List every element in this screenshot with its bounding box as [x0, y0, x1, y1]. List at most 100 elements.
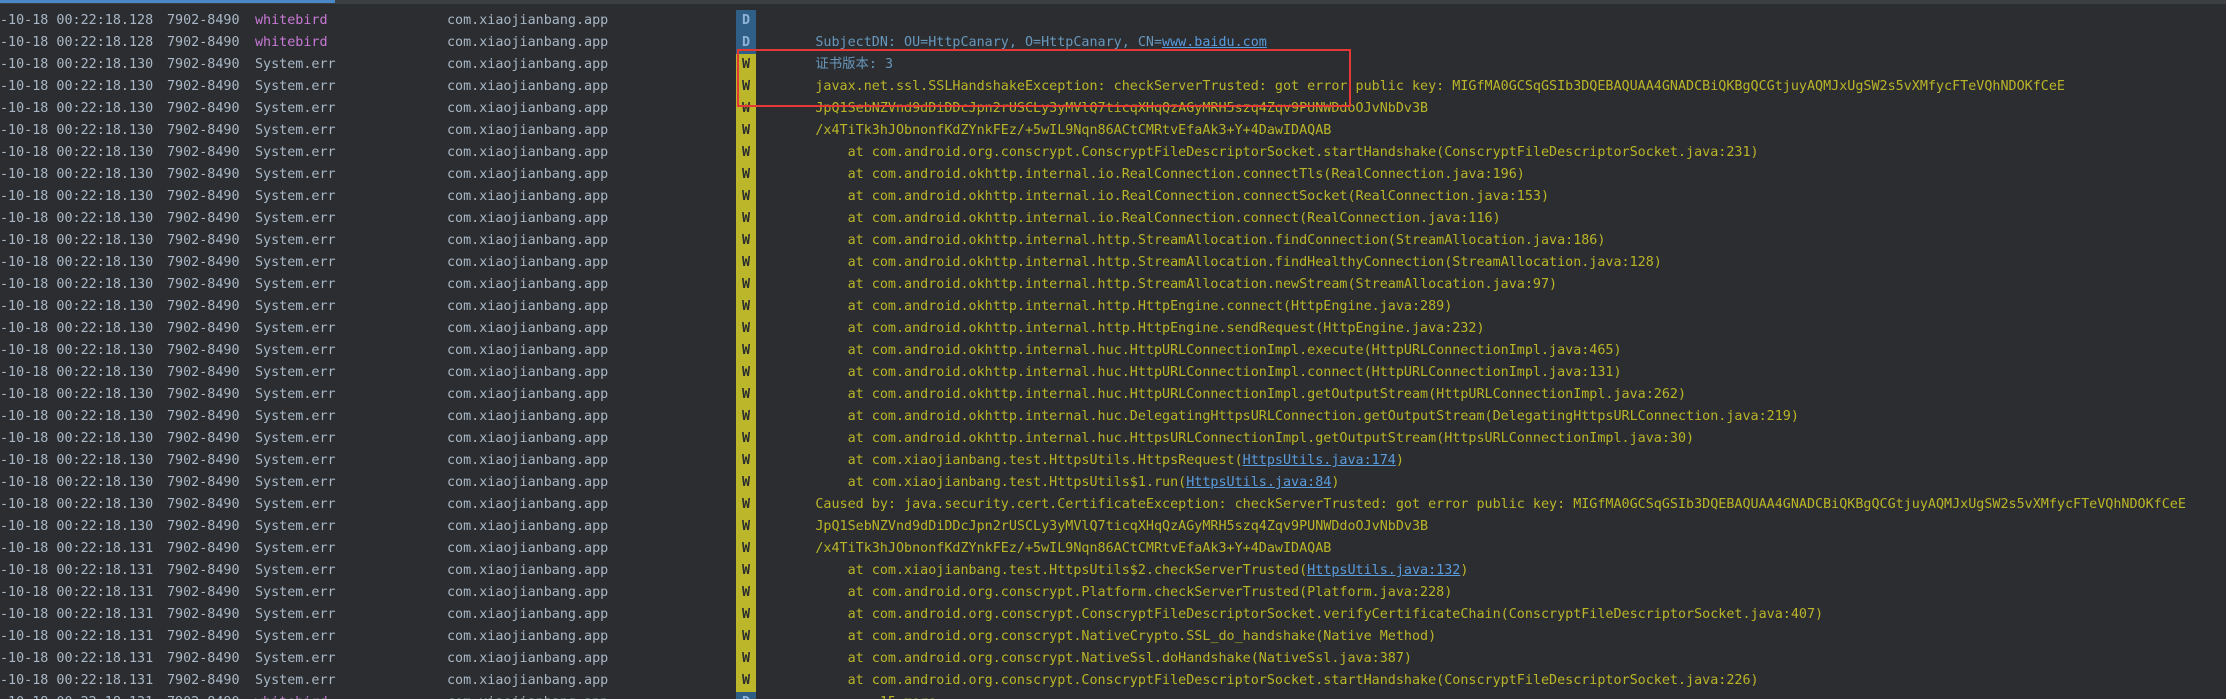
log-row[interactable]: -10-18 00:22:18.130 7902-8490 System.err…	[0, 428, 2226, 468]
log-package: com.xiaojianbang.app	[447, 299, 609, 314]
log-row[interactable]: -10-18 00:22:18.130 7902-8490 System.err…	[0, 494, 2226, 534]
log-row[interactable]: -10-18 00:22:18.130 7902-8490 System.err…	[0, 164, 2226, 204]
log-row[interactable]: -10-18 00:22:18.131 7902-8490 System.err…	[0, 648, 2226, 688]
log-message: at com.android.org.conscrypt.Platform.ch…	[767, 560, 1453, 600]
log-pid: 7902-8490	[167, 35, 240, 50]
log-row[interactable]: -10-18 00:22:18.130 7902-8490 System.err…	[0, 362, 2226, 402]
log-row[interactable]: -10-18 00:22:18.131 7902-8490 System.err…	[0, 604, 2226, 644]
log-pid: 7902-8490	[167, 497, 240, 512]
log-row[interactable]: -10-18 00:22:18.130 7902-8490 System.err…	[0, 274, 2226, 314]
log-message: at com.android.okhttp.internal.http.Http…	[767, 274, 1453, 314]
log-package: com.xiaojianbang.app	[447, 387, 609, 402]
log-package: com.xiaojianbang.app	[447, 431, 609, 446]
log-tag: System.err	[255, 453, 336, 468]
log-row[interactable]: -10-18 00:22:18.130 7902-8490 System.err…	[0, 450, 2226, 490]
log-package: com.xiaojianbang.app	[447, 629, 609, 644]
log-row[interactable]: -10-18 00:22:18.130 7902-8490 System.err…	[0, 406, 2226, 446]
log-row[interactable]: -10-18 00:22:18.130 7902-8490 System.err…	[0, 186, 2226, 226]
log-timestamp: -10-18 00:22:18.130	[0, 497, 154, 512]
log-level-badge: W	[736, 604, 756, 626]
log-package: com.xiaojianbang.app	[447, 585, 609, 600]
log-package: com.xiaojianbang.app	[447, 475, 609, 490]
log-package: com.xiaojianbang.app	[447, 57, 609, 72]
log-row[interactable]: -10-18 00:22:18.130 7902-8490 System.err…	[0, 230, 2226, 270]
log-tag: System.err	[255, 497, 336, 512]
log-pid: 7902-8490	[167, 365, 240, 380]
log-package: com.xiaojianbang.app	[447, 277, 609, 292]
log-timestamp: -10-18 00:22:18.131	[0, 692, 153, 699]
log-message: at com.android.okhttp.internal.io.RealCo…	[767, 164, 1549, 204]
log-row[interactable]: -10-18 00:22:18.130 7902-8490 System.err…	[0, 384, 2226, 424]
log-level-badge: W	[736, 406, 756, 428]
log-pid: 7902-8490	[167, 629, 240, 644]
log-row[interactable]: -10-18 00:22:18.130 7902-8490 System.err…	[0, 318, 2226, 358]
log-row[interactable]: -10-18 00:22:18.130 7902-8490 System.err…	[0, 142, 2226, 182]
log-row[interactable]: -10-18 00:22:18.131 7902-8490 System.err…	[0, 560, 2226, 600]
log-message: at com.android.org.conscrypt.NativeSsl.d…	[767, 626, 1412, 666]
log-level-badge: W	[736, 296, 756, 318]
log-timestamp: -10-18 00:22:18.130	[0, 277, 154, 292]
log-message: at com.xiaojianbang.test.HttpsUtils.Http…	[767, 428, 1404, 468]
log-tag: System.err	[255, 79, 336, 94]
log-timestamp: -10-18 00:22:18.130	[0, 475, 154, 490]
log-package: com.xiaojianbang.app	[447, 167, 609, 182]
log-row[interactable]: -10-18 00:22:18.130 7902-8490 System.err…	[0, 472, 2226, 512]
log-level-badge: W	[736, 318, 756, 340]
log-tag: System.err	[255, 189, 336, 204]
log-tag: System.err	[255, 519, 336, 534]
log-tag: System.err	[255, 673, 336, 688]
log-level-badge: W	[736, 626, 756, 648]
panel-top-bar	[0, 0, 2226, 4]
log-row[interactable]: -10-18 00:22:18.131 7902-8490 System.err…	[0, 582, 2226, 622]
log-level-badge: W	[736, 142, 756, 164]
log-timestamp: -10-18 00:22:18.131	[0, 541, 154, 556]
log-message: at com.xiaojianbang.test.HttpsUtils$1.ru…	[767, 450, 1340, 490]
log-row[interactable]: -10-18 00:22:18.130 7902-8490 System.err…	[0, 296, 2226, 336]
log-timestamp: -10-18 00:22:18.130	[0, 431, 154, 446]
log-level-badge: W	[736, 516, 756, 538]
log-list[interactable]: -10-18 00:22:18.128 7902-8490 whitebird …	[0, 10, 2226, 699]
log-message: JpQ1SebNZVnd9dDiDDcJpn2rUSCLy3yMVlQ7ticq…	[767, 494, 1428, 534]
log-package: com.xiaojianbang.app	[447, 13, 609, 28]
log-row[interactable]: -10-18 00:22:18.131 7902-8490 System.err…	[0, 538, 2226, 578]
log-row[interactable]: -10-18 00:22:18.128 7902-8490 whitebird …	[0, 10, 2226, 50]
log-timestamp: -10-18 00:22:18.131	[0, 673, 154, 688]
log-timestamp: -10-18 00:22:18.131	[0, 607, 154, 622]
log-timestamp: -10-18 00:22:18.130	[0, 211, 154, 226]
log-message: at com.xiaojianbang.test.HttpsUtils$2.ch…	[767, 538, 1469, 578]
log-package: com.xiaojianbang.app	[447, 321, 609, 336]
log-pid: 7902-8490	[167, 277, 240, 292]
log-timestamp: -10-18 00:22:18.130	[0, 233, 154, 248]
log-timestamp: -10-18 00:22:18.131	[0, 629, 154, 644]
log-tag: System.err	[255, 629, 336, 644]
log-row[interactable]: -10-18 00:22:18.130 7902-8490 System.err…	[0, 516, 2226, 556]
log-tag: System.err	[255, 299, 336, 314]
log-pid: 7902-8490	[167, 431, 240, 446]
log-message: at com.android.okhttp.internal.http.Stre…	[767, 208, 1606, 248]
log-message: at com.android.org.conscrypt.ConscryptFi…	[767, 582, 1824, 622]
log-timestamp: -10-18 00:22:18.130	[0, 343, 154, 358]
log-row[interactable]: -10-18 00:22:18.130 7902-8490 System.err…	[0, 340, 2226, 380]
log-timestamp: -10-18 00:22:18.131	[0, 563, 154, 578]
log-pid: 7902-8490	[167, 519, 240, 534]
log-tag: System.err	[255, 123, 336, 138]
log-message: at com.android.okhttp.internal.huc.HttpU…	[767, 318, 1622, 358]
log-row[interactable]: -10-18 00:22:18.131 7902-8490 System.err…	[0, 626, 2226, 666]
log-row[interactable]: -10-18 00:22:18.130 7902-8490 System.err…	[0, 120, 2226, 160]
active-tab-indicator	[0, 0, 335, 3]
log-tag: System.err	[255, 57, 336, 72]
log-pid: 7902-8490	[167, 233, 240, 248]
log-level-badge: W	[736, 120, 756, 142]
log-timestamp: -10-18 00:22:18.130	[0, 453, 154, 468]
log-row[interactable]: -10-18 00:22:18.131 7902-8490 System.err…	[0, 670, 2226, 699]
log-pid: 7902-8490	[167, 167, 240, 182]
log-row[interactable]: -10-18 00:22:18.131 7902-8490 whitebird …	[0, 692, 2226, 699]
log-row[interactable]: -10-18 00:22:18.130 7902-8490 System.err…	[0, 208, 2226, 248]
log-level-badge: W	[736, 340, 756, 362]
log-tag: System.err	[255, 343, 336, 358]
log-message: /x4TiTk3hJObnonfKdZYnkFEz/+5wIL9Nqn86ACt…	[767, 516, 1331, 556]
log-pid: 7902-8490	[167, 585, 240, 600]
log-row[interactable]: -10-18 00:22:18.130 7902-8490 System.err…	[0, 252, 2226, 292]
log-level-badge: W	[736, 384, 756, 406]
log-tag: System.err	[255, 651, 336, 666]
